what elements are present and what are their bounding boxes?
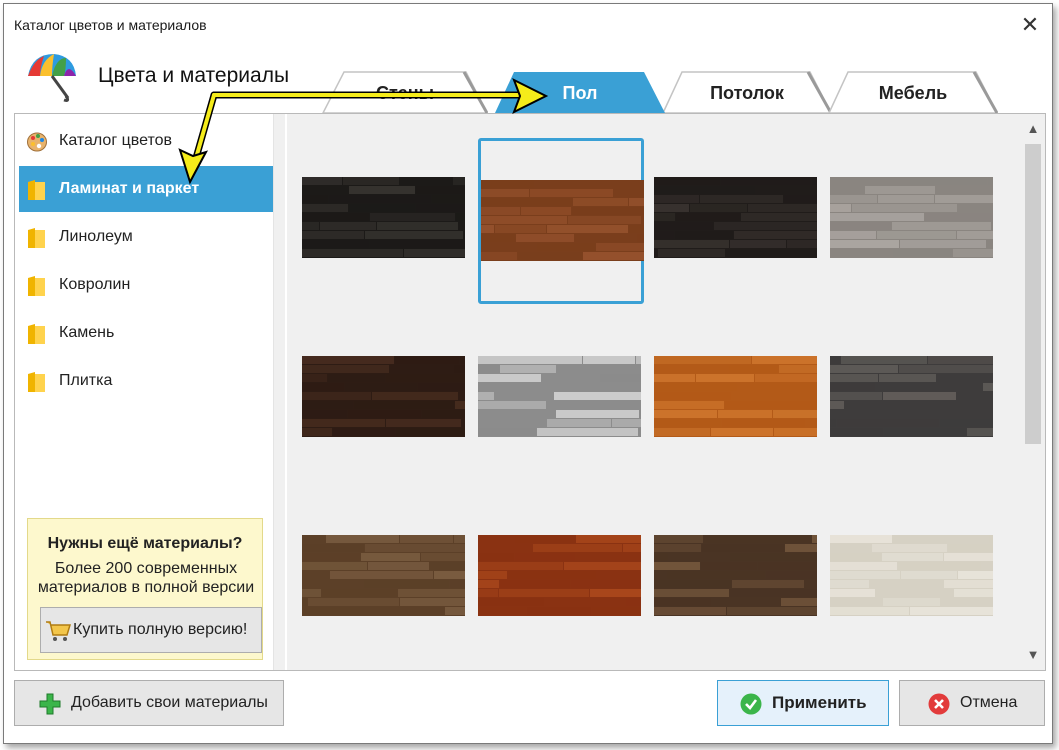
scroll-thumb[interactable] — [1025, 144, 1041, 444]
sidebar-item-label: Камень — [59, 324, 115, 341]
texture-swatch — [478, 535, 641, 616]
apply-label: Применить — [772, 693, 867, 712]
texture-swatch — [830, 356, 993, 437]
buy-button-label: Купить полную версию! — [73, 621, 248, 638]
folder-icon — [28, 228, 45, 248]
app-heading: Цвета и материалы — [98, 64, 290, 87]
texture-tile[interactable] — [478, 496, 644, 662]
plus-icon — [39, 693, 61, 715]
texture-swatch — [654, 177, 817, 258]
title-bar: Каталог цветов и материалов ✕ — [4, 4, 1052, 42]
texture-tile[interactable] — [654, 496, 820, 662]
texture-tile[interactable] — [830, 496, 996, 662]
window-title: Каталог цветов и материалов — [14, 17, 207, 33]
promo-title: Нужны ещё материалы? — [47, 535, 243, 552]
folder-icon — [28, 372, 45, 392]
folder-icon — [28, 324, 45, 344]
content-panel: Каталог цветов Ламинат и паркет Линолеум… — [14, 113, 1046, 671]
scroll-down-icon[interactable]: ▼ — [1021, 644, 1045, 666]
texture-swatch — [478, 356, 641, 437]
palette-icon — [27, 132, 47, 152]
texture-swatch — [302, 356, 465, 437]
texture-swatch — [654, 535, 817, 616]
sidebar-item-linoleum[interactable]: Линолеум — [19, 214, 273, 260]
cart-icon — [46, 621, 71, 641]
texture-swatch — [830, 177, 993, 258]
promo-text: Более 200 современных материалов в полно… — [37, 560, 255, 596]
texture-swatch — [302, 535, 465, 616]
add-materials-button[interactable]: Добавить свои материалы — [14, 680, 284, 726]
texture-swatch — [830, 535, 993, 616]
add-materials-label: Добавить свои материалы — [71, 694, 268, 711]
texture-swatch — [654, 356, 817, 437]
sidebar-item-carpet[interactable]: Ковролин — [19, 262, 273, 308]
sidebar-item-laminate-parquet[interactable]: Ламинат и паркет — [19, 166, 285, 212]
apply-button[interactable]: Применить — [717, 680, 889, 726]
texture-tile[interactable] — [302, 138, 468, 304]
texture-tile[interactable] — [302, 317, 468, 483]
category-sidebar: Каталог цветов Ламинат и паркет Линолеум… — [15, 114, 285, 670]
texture-tile[interactable] — [830, 138, 996, 304]
sidebar-item-tile[interactable]: Плитка — [19, 358, 273, 404]
scroll-up-icon[interactable]: ▲ — [1021, 118, 1045, 140]
folder-icon — [28, 276, 45, 296]
sidebar-item-stone[interactable]: Камень — [19, 310, 273, 356]
tab-furniture-label: Мебель — [878, 83, 948, 103]
tab-ceiling-label: Потолок — [710, 83, 784, 103]
texture-tile[interactable] — [478, 317, 644, 483]
texture-tile[interactable] — [302, 496, 468, 662]
buy-full-version-button[interactable]: Купить полную версию! — [40, 607, 262, 653]
sidebar-divider — [273, 114, 285, 670]
tab-walls-label: Стены — [375, 83, 435, 103]
tab-ceiling[interactable]: Потолок — [662, 70, 832, 114]
tab-floor-label: Пол — [562, 83, 598, 103]
texture-tile[interactable] — [830, 317, 996, 483]
cancel-label: Отмена — [960, 694, 1018, 711]
tab-furniture[interactable]: Мебель — [828, 70, 998, 114]
sidebar-item-color-catalog[interactable]: Каталог цветов — [19, 118, 273, 164]
sidebar-item-label: Плитка — [59, 372, 113, 389]
tab-walls[interactable]: Стены — [322, 70, 488, 114]
texture-swatch — [481, 180, 644, 261]
check-icon — [740, 693, 762, 715]
texture-gallery — [287, 114, 1021, 670]
texture-tile[interactable] — [478, 138, 644, 304]
sidebar-item-label: Ковролин — [59, 276, 131, 293]
sidebar-item-label: Ламинат и паркет — [59, 180, 200, 197]
cancel-icon — [928, 693, 950, 715]
texture-tile[interactable] — [654, 138, 820, 304]
sidebar-item-label: Каталог цветов — [59, 132, 173, 149]
promo-box: Нужны ещё материалы? Более 200 современн… — [27, 518, 263, 660]
texture-tile[interactable] — [654, 317, 820, 483]
close-button[interactable]: ✕ — [1016, 12, 1044, 38]
gallery-scrollbar[interactable]: ▲ ▼ — [1021, 114, 1045, 670]
tab-floor[interactable]: Пол — [494, 70, 666, 114]
cancel-button[interactable]: Отмена — [899, 680, 1045, 726]
sidebar-item-label: Линолеум — [59, 228, 133, 245]
umbrella-icon — [28, 54, 76, 102]
folder-icon — [28, 180, 45, 200]
texture-swatch — [302, 177, 465, 258]
